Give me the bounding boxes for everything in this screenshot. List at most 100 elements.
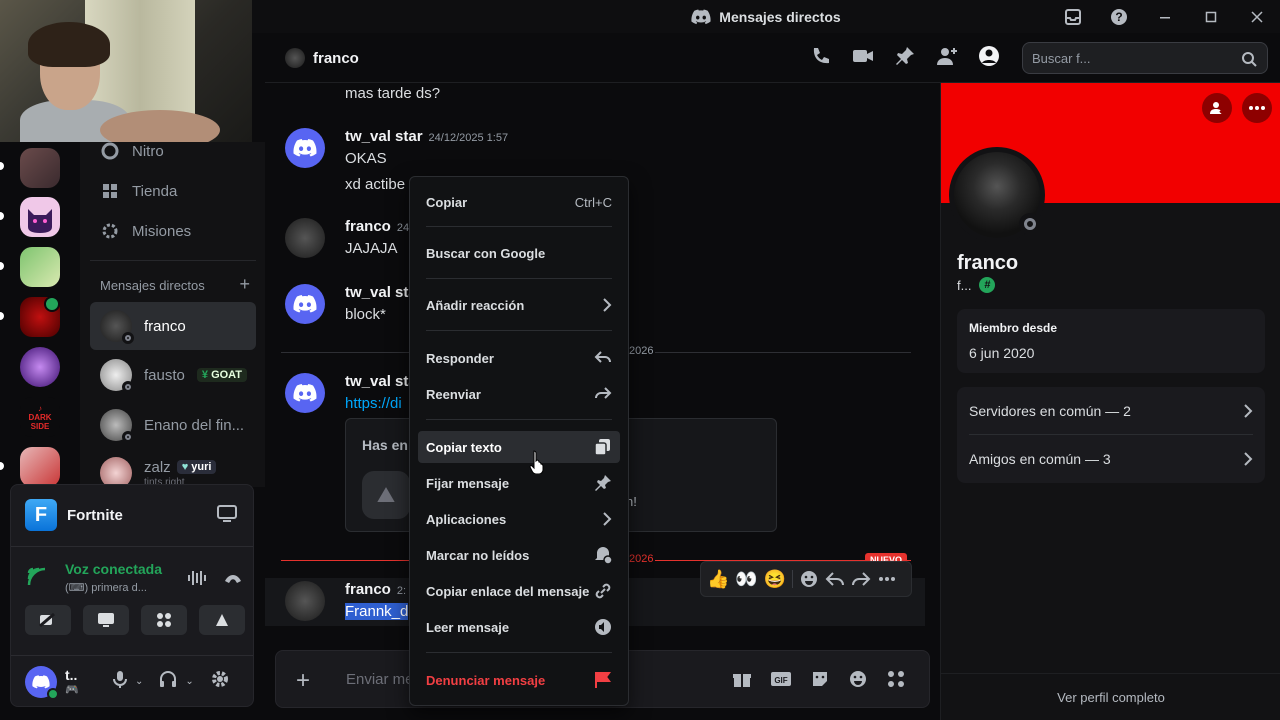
- dm-item-fausto[interactable]: fausto ¥ GOAT: [90, 354, 256, 396]
- shortcut-label: Ctrl+C: [574, 194, 612, 210]
- server-icon[interactable]: [20, 247, 60, 287]
- screen-share-button[interactable]: [83, 605, 129, 635]
- forward-icon[interactable]: [851, 569, 871, 589]
- settings-gear-icon[interactable]: [210, 669, 230, 694]
- mutual-friends-row[interactable]: Amigos en común — 3: [969, 435, 1253, 483]
- user-profile-icon[interactable]: [978, 45, 1000, 67]
- apps-icon[interactable]: [886, 669, 906, 689]
- user-profile-panel: franco f... # Miembro desde 6 jun 2020 S…: [940, 83, 1280, 720]
- add-dm-icon[interactable]: +: [239, 275, 250, 293]
- divider: [90, 260, 256, 261]
- user-avatar[interactable]: [25, 665, 59, 700]
- thumbs-up-reaction-icon[interactable]: 👍: [707, 569, 729, 590]
- unread-indicator: [0, 312, 4, 320]
- view-full-profile-button[interactable]: Ver perfil completo: [941, 673, 1280, 720]
- laugh-reaction-icon[interactable]: 😆: [764, 569, 786, 590]
- noise-suppression-icon[interactable]: [187, 569, 207, 592]
- message-author[interactable]: tw_val sta: [345, 373, 417, 390]
- menu-item-report[interactable]: Denunciar mensaje: [418, 664, 620, 696]
- menu-item-search-google[interactable]: Buscar con Google: [418, 237, 620, 269]
- minimize-button[interactable]: [1142, 0, 1188, 33]
- avatar[interactable]: [285, 128, 325, 168]
- header-toolbar: [810, 45, 1000, 67]
- dm-item-franco[interactable]: franco: [90, 302, 256, 350]
- avatar[interactable]: [285, 284, 325, 324]
- video-call-icon[interactable]: [852, 45, 874, 67]
- search-input[interactable]: Buscar f...: [1022, 42, 1268, 74]
- stream-icon[interactable]: [217, 505, 237, 528]
- dm-item-enano[interactable]: Enano del fin...: [90, 404, 256, 446]
- emoji-icon[interactable]: [848, 669, 868, 689]
- avatar[interactable]: [285, 218, 325, 258]
- eyes-reaction-icon[interactable]: 👀: [735, 569, 757, 590]
- member-since-value: 6 jun 2020: [969, 345, 1035, 361]
- menu-item-pin[interactable]: Fijar mensaje: [418, 467, 620, 499]
- microphone-icon[interactable]: [113, 670, 127, 693]
- game-controller-icon: 🎮: [65, 684, 79, 696]
- message-link[interactable]: https://di: [345, 395, 402, 412]
- pin-icon[interactable]: [894, 45, 916, 67]
- activities-button[interactable]: [141, 605, 187, 635]
- search-placeholder: Buscar f...: [1032, 51, 1091, 66]
- message-author[interactable]: tw_val star 24/12/2025 1:57: [345, 128, 508, 145]
- profile-avatar[interactable]: [949, 147, 1045, 243]
- voice-call-icon[interactable]: [810, 45, 832, 67]
- voice-channel[interactable]: (⌨) primera d...: [65, 581, 147, 594]
- menu-item-forward[interactable]: Reenviar: [418, 378, 620, 410]
- add-friend-button[interactable]: [1202, 93, 1232, 123]
- menu-item-mark-unread[interactable]: Marcar no leídos: [418, 539, 620, 571]
- menu-item-apps[interactable]: Aplicaciones: [418, 503, 620, 535]
- gift-icon[interactable]: [732, 669, 752, 689]
- member-since-card: Miembro desde 6 jun 2020: [957, 309, 1265, 373]
- add-reaction-icon[interactable]: [799, 569, 819, 589]
- mutual-servers-row[interactable]: Servidores en común — 2: [969, 387, 1253, 435]
- message-author[interactable]: tw_val sta: [345, 284, 417, 301]
- reply-icon: [594, 351, 611, 363]
- headphones-icon[interactable]: [159, 670, 177, 693]
- help-icon[interactable]: ?: [1096, 0, 1142, 33]
- menu-item-copy[interactable]: Copiar Ctrl+C: [418, 186, 620, 218]
- server-icon[interactable]: [20, 197, 60, 237]
- server-icon[interactable]: [20, 447, 60, 487]
- shop-icon: [103, 184, 117, 198]
- soundboard-button[interactable]: [199, 605, 245, 635]
- voice-connection: Voz conectada (⌨) primera d...: [25, 559, 245, 599]
- guild-tag-badge: ¥ GOAT: [196, 368, 248, 382]
- dm-name: franco: [144, 317, 186, 335]
- sidebar-item-shop[interactable]: Tienda: [90, 172, 256, 210]
- attach-plus-icon[interactable]: +: [296, 667, 310, 695]
- sidebar-item-nitro[interactable]: Nitro: [90, 132, 256, 170]
- maximize-button[interactable]: [1188, 0, 1234, 33]
- message-author[interactable]: franco 2:: [345, 581, 406, 598]
- add-friend-icon[interactable]: [936, 45, 958, 67]
- disconnect-icon[interactable]: [223, 571, 243, 590]
- chevron-down-icon[interactable]: ⌄: [185, 676, 193, 687]
- more-icon[interactable]: [877, 569, 897, 589]
- menu-item-reply[interactable]: Responder: [418, 342, 620, 374]
- camera-off-button[interactable]: [25, 605, 71, 635]
- gif-icon[interactable]: GIF: [770, 669, 792, 689]
- inbox-icon[interactable]: [1050, 0, 1096, 33]
- server-icon[interactable]: ♪ DARK SIDE: [20, 397, 60, 437]
- server-icon[interactable]: [20, 148, 60, 188]
- chevron-right-icon: [603, 512, 612, 526]
- avatar[interactable]: [285, 373, 325, 413]
- message-author[interactable]: franco 24: [345, 218, 409, 235]
- sidebar-item-quests[interactable]: Misiones: [90, 212, 256, 250]
- menu-item-copy-link[interactable]: Copiar enlace del mensaje: [418, 575, 620, 607]
- close-button[interactable]: [1234, 0, 1280, 33]
- reply-icon[interactable]: [825, 569, 845, 589]
- menu-item-read-message[interactable]: Leer mensaje: [418, 611, 620, 643]
- channel-title: franco: [285, 48, 359, 68]
- chevron-down-icon[interactable]: ⌄: [135, 676, 143, 687]
- avatar[interactable]: [285, 581, 325, 621]
- forward-icon: [595, 387, 612, 399]
- mark-unread-icon: [595, 547, 612, 564]
- voice-status: Voz conectada: [65, 561, 162, 577]
- dm-name: zalz: [144, 458, 171, 476]
- more-options-button[interactable]: [1242, 93, 1272, 123]
- menu-item-copy-text[interactable]: Copiar texto: [418, 431, 620, 463]
- sticker-icon[interactable]: [810, 669, 830, 689]
- menu-item-add-reaction[interactable]: Añadir reacción: [418, 289, 620, 321]
- server-icon[interactable]: [20, 347, 60, 387]
